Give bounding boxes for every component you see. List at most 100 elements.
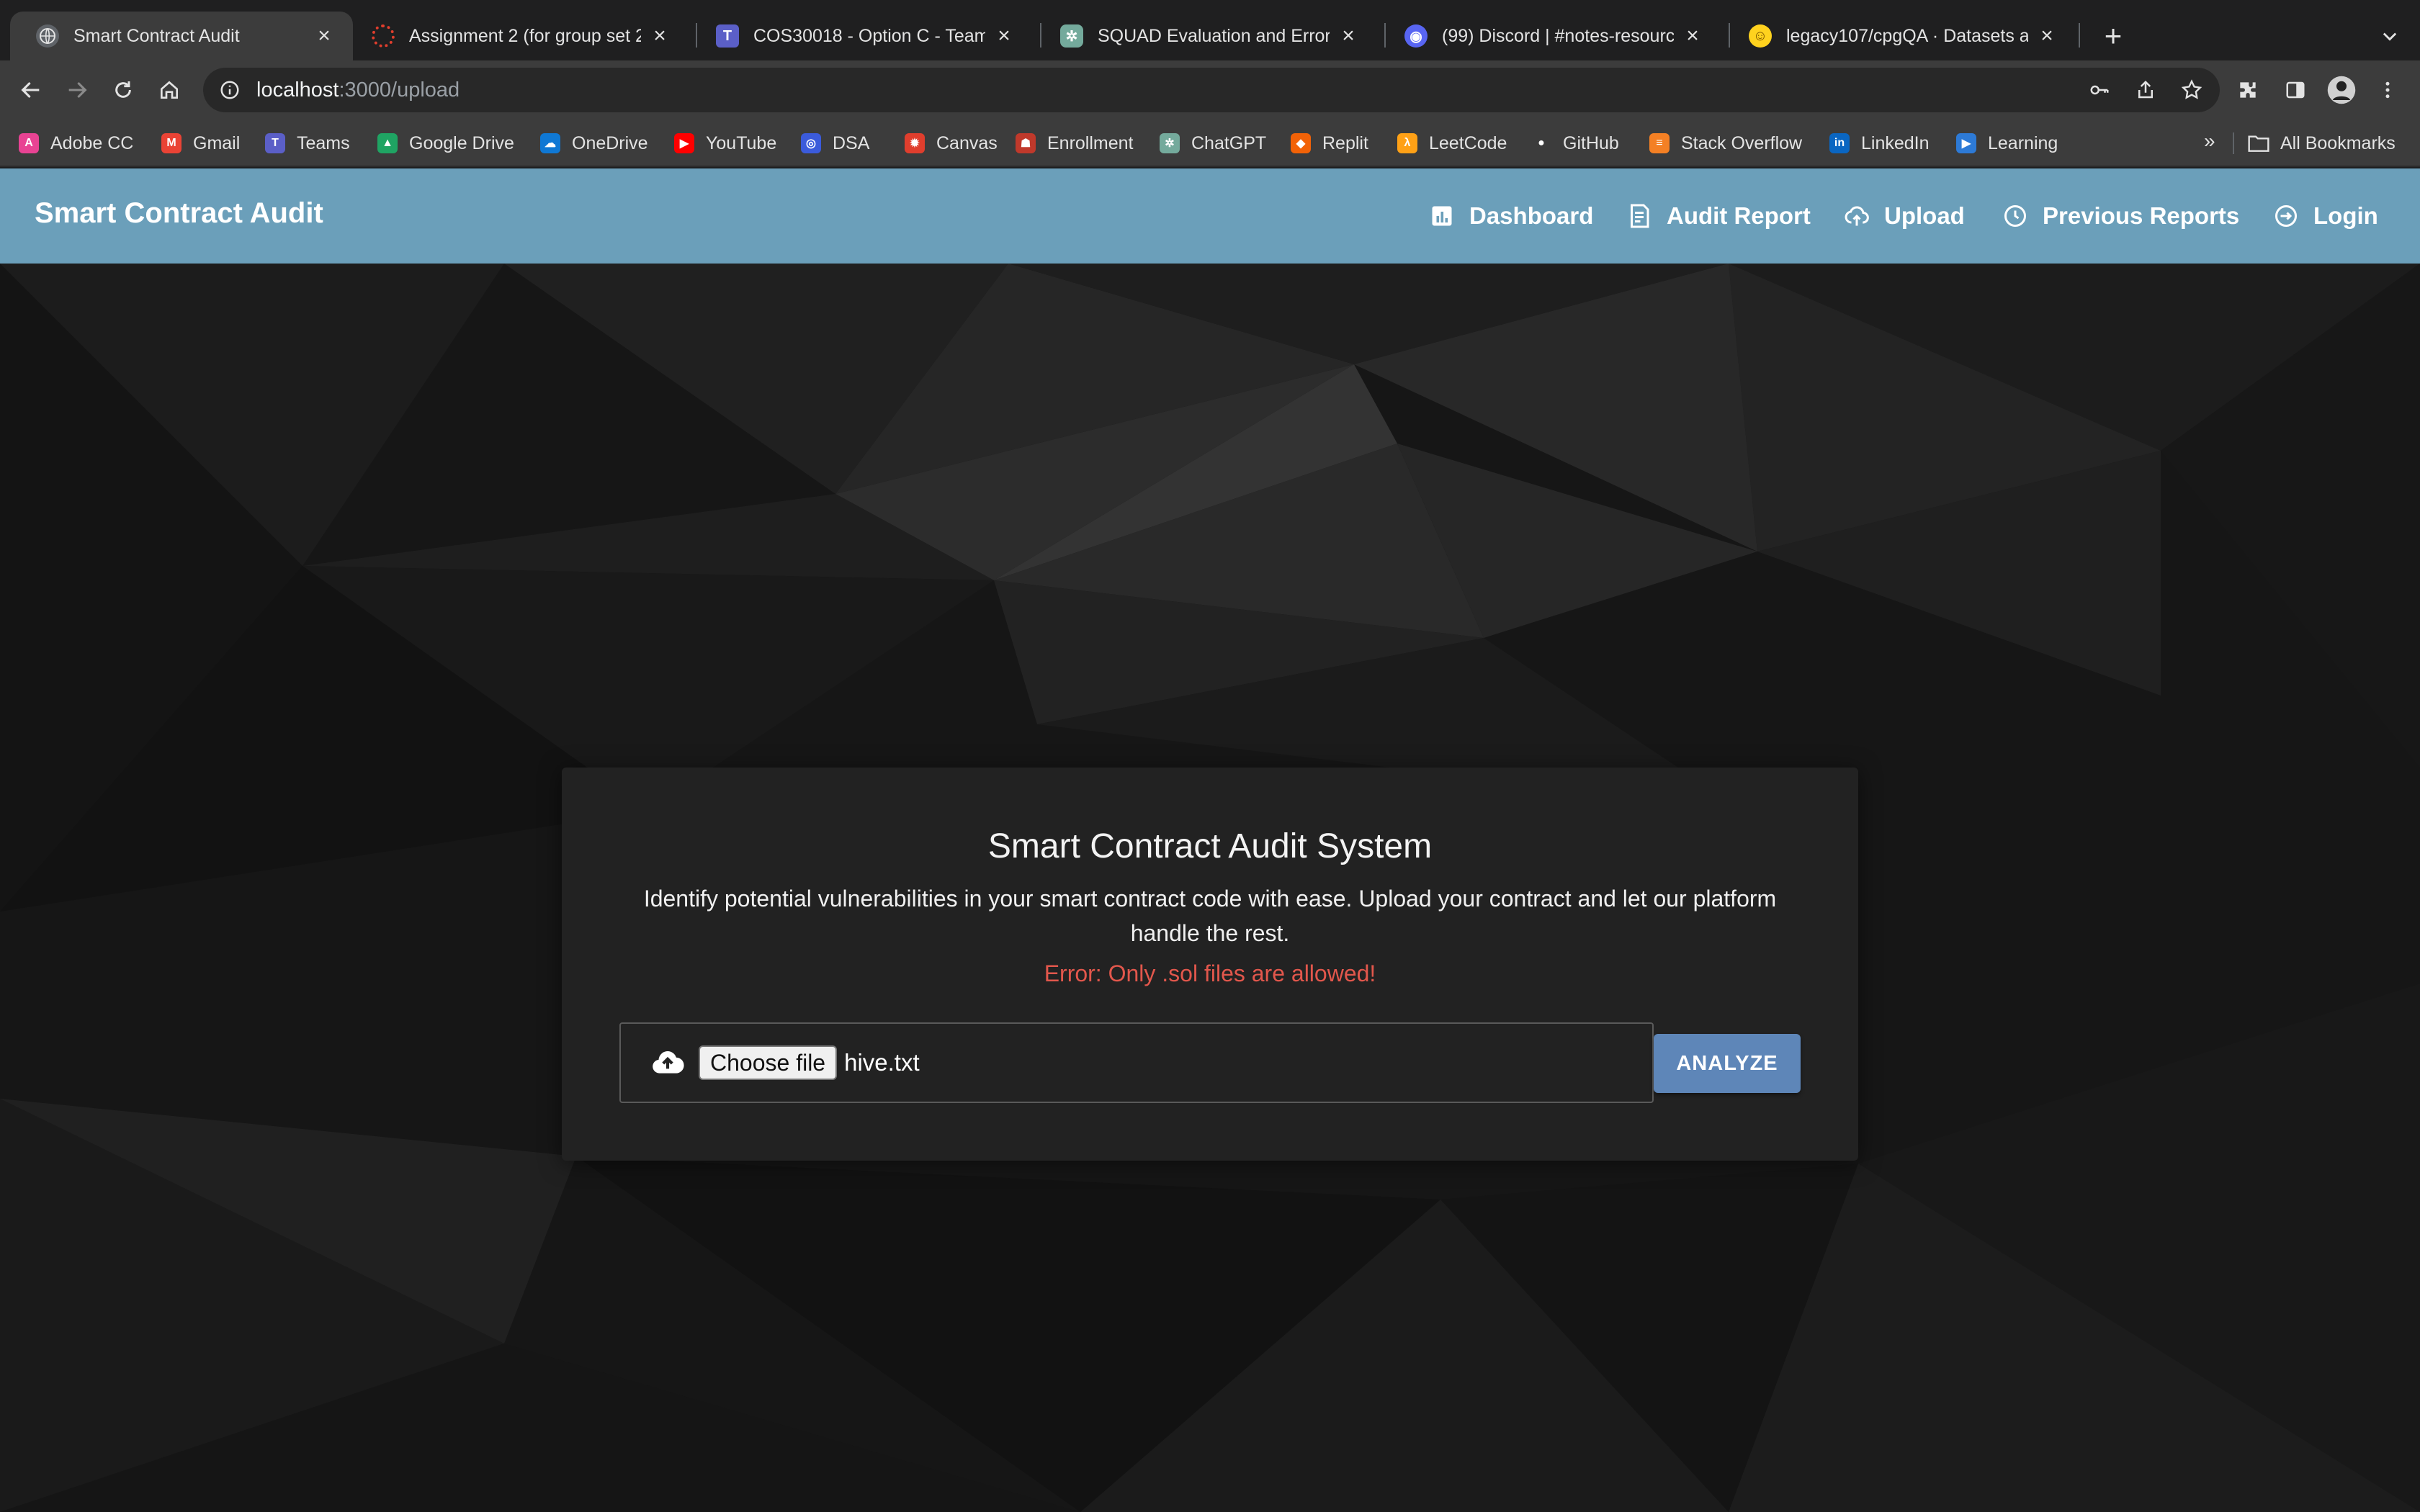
card-title: Smart Contract Audit System	[987, 827, 1433, 865]
tab-separator	[2079, 23, 2080, 48]
new-tab-icon[interactable]: +	[2096, 19, 2130, 53]
back-icon[interactable]	[13, 72, 49, 108]
tab-discord[interactable]: ◉ (99) Discord | #notes-resources ×	[1379, 12, 1721, 60]
tab-assignment-2[interactable]: Assignment 2 (for group set 2) ×	[346, 12, 689, 60]
folder-icon	[2248, 135, 2269, 152]
bookmark-label: Adobe CC	[50, 132, 134, 153]
nav-login[interactable]: Login	[2273, 197, 2378, 235]
canvas-icon	[372, 24, 395, 48]
nav-login-label: Login	[2313, 202, 2378, 229]
error-message: Error: Only .sol files are allowed!	[1044, 960, 1376, 986]
huggingface-icon: ☺	[1749, 24, 1772, 48]
tab-smart-contract-audit[interactable]: Smart Contract Audit ×	[10, 12, 353, 60]
gmail-icon: M	[161, 133, 182, 153]
bookmarks-bar: A Adobe CC M Gmail T Teams ▲ Google Drive ☁ OneDr…	[0, 120, 2420, 167]
teams-icon: T	[265, 133, 285, 153]
site-info-icon[interactable]	[219, 79, 241, 101]
login-icon	[2275, 205, 2297, 227]
bookmark-adobe-cc[interactable]: A Adobe CC	[19, 130, 133, 157]
close-tab-icon[interactable]: ×	[648, 24, 671, 48]
bookmark-leetcode[interactable]: λ LeetCode	[1397, 130, 1507, 157]
nav-previous-reports-label: Previous Reports	[2043, 202, 2240, 229]
side-panel-icon[interactable]	[2279, 73, 2312, 107]
bookmarks-overflow-icon[interactable]: »	[2204, 130, 2215, 153]
bookmark-label: Canvas	[936, 132, 998, 153]
bookmark-onedrive[interactable]: ☁ OneDrive	[540, 130, 648, 157]
profile-avatar-icon[interactable]	[2325, 73, 2358, 107]
enrollment-icon: ☗	[1016, 133, 1036, 153]
bookmark-label: Google Drive	[409, 132, 514, 153]
bookmark-google-drive[interactable]: ▲ Google Drive	[377, 130, 514, 157]
replit-icon: ◆	[1291, 133, 1311, 153]
browser-tabstrip: Smart Contract Audit × Assignment 2 (for…	[0, 0, 2420, 60]
bookmark-youtube[interactable]: ▶ YouTube	[674, 130, 776, 157]
tab-huggingface[interactable]: ☺ legacy107/cpgQA · Datasets at ×	[1723, 12, 2076, 60]
bookmark-label: Gmail	[193, 132, 241, 153]
all-bookmarks-label: All Bookmarks	[2280, 132, 2396, 153]
cloud-upload-icon	[1845, 206, 1869, 226]
bookmark-label: GitHub	[1563, 132, 1619, 153]
nav-dashboard[interactable]: Dashboard	[1429, 197, 1593, 235]
address-host: localhost	[256, 78, 339, 102]
chevron-down-icon[interactable]	[2374, 20, 2406, 52]
file-upload-field[interactable]: Choose file hive.txt	[619, 1022, 1654, 1103]
github-icon: ●	[1531, 133, 1551, 153]
hero-background: Smart Contract Audit System Identify pot…	[0, 264, 2420, 1512]
card-description: Identify potential vulnerabilities in yo…	[643, 886, 1777, 946]
onedrive-icon: ☁	[540, 133, 560, 153]
address-bar[interactable]: localhost:3000/upload	[203, 68, 2220, 112]
close-tab-icon[interactable]: ×	[313, 24, 336, 48]
leetcode-icon: λ	[1397, 133, 1417, 153]
upload-card: Smart Contract Audit System Identify pot…	[562, 768, 1858, 1161]
choose-file-button[interactable]: Choose file	[699, 1045, 838, 1080]
all-bookmarks-button[interactable]: All Bookmarks	[2247, 130, 2396, 157]
menu-kebab-icon[interactable]	[2371, 73, 2404, 107]
close-tab-icon[interactable]: ×	[1681, 24, 1704, 48]
bookmark-label: ChatGPT	[1191, 132, 1267, 153]
chatgpt-icon: ✲	[1160, 133, 1180, 153]
address-path: :3000/upload	[339, 78, 460, 102]
bookmark-linkedin[interactable]: in LinkedIn	[1829, 130, 1930, 157]
reload-icon[interactable]	[105, 72, 141, 108]
bookmark-dsa[interactable]: ◎ DSA	[801, 130, 869, 157]
bookmark-stack-overflow[interactable]: ≡ Stack Overflow	[1649, 130, 1802, 157]
bookmark-teams[interactable]: T Teams	[265, 130, 350, 157]
bookmark-chatgpt[interactable]: ✲ ChatGPT	[1160, 130, 1266, 157]
nav-previous-reports[interactable]: Previous Reports	[2002, 197, 2239, 235]
nav-audit-report[interactable]: Audit Report	[1626, 197, 1811, 235]
globe-icon	[36, 24, 59, 48]
app-brand[interactable]: Smart Contract Audit	[35, 197, 323, 230]
key-icon[interactable]	[2083, 73, 2116, 107]
star-icon[interactable]	[2175, 73, 2208, 107]
tab-title: (99) Discord | #notes-resources	[1442, 25, 1674, 46]
share-icon[interactable]	[2129, 73, 2162, 107]
bookmark-label: OneDrive	[572, 132, 648, 153]
tab-cos30018[interactable]: T COS30018 - Option C - Team ×	[690, 12, 1033, 60]
bookmark-label: Stack Overflow	[1681, 132, 1803, 153]
nav-dashboard-label: Dashboard	[1469, 202, 1594, 229]
close-tab-icon[interactable]: ×	[2035, 24, 2058, 48]
forward-icon[interactable]	[59, 72, 95, 108]
bookmark-enrollment[interactable]: ☗ Enrollment	[1016, 130, 1134, 157]
clock-icon	[2004, 205, 2026, 227]
analyze-button[interactable]: ANALYZE	[1654, 1034, 1801, 1093]
bookmark-learning[interactable]: ▶ Learning	[1956, 130, 2058, 157]
tab-squad-evaluation[interactable]: ✲ SQUAD Evaluation and Error ×	[1034, 12, 1377, 60]
extensions-icon[interactable]	[2231, 73, 2264, 107]
bookmark-gmail[interactable]: M Gmail	[161, 130, 240, 157]
tab-title: legacy107/cpgQA · Datasets at	[1786, 25, 2028, 46]
nav-upload[interactable]: Upload	[1844, 197, 1965, 235]
home-icon[interactable]	[151, 72, 187, 108]
bookmark-label: Enrollment	[1047, 132, 1134, 153]
close-tab-icon[interactable]: ×	[1337, 24, 1360, 48]
bookmark-label: LinkedIn	[1861, 132, 1930, 153]
bookmark-github[interactable]: ● GitHub	[1531, 130, 1619, 157]
discord-icon: ◉	[1404, 24, 1428, 48]
bookmark-replit[interactable]: ◆ Replit	[1291, 130, 1368, 157]
chart-icon	[1432, 206, 1452, 226]
tab-title: COS30018 - Option C - Team	[753, 25, 985, 46]
browser-toolbar: localhost:3000/upload	[0, 60, 2420, 120]
bookmark-label: Replit	[1322, 132, 1368, 153]
bookmark-canvas[interactable]: ✹ Canvas	[905, 130, 998, 157]
close-tab-icon[interactable]: ×	[992, 24, 1016, 48]
